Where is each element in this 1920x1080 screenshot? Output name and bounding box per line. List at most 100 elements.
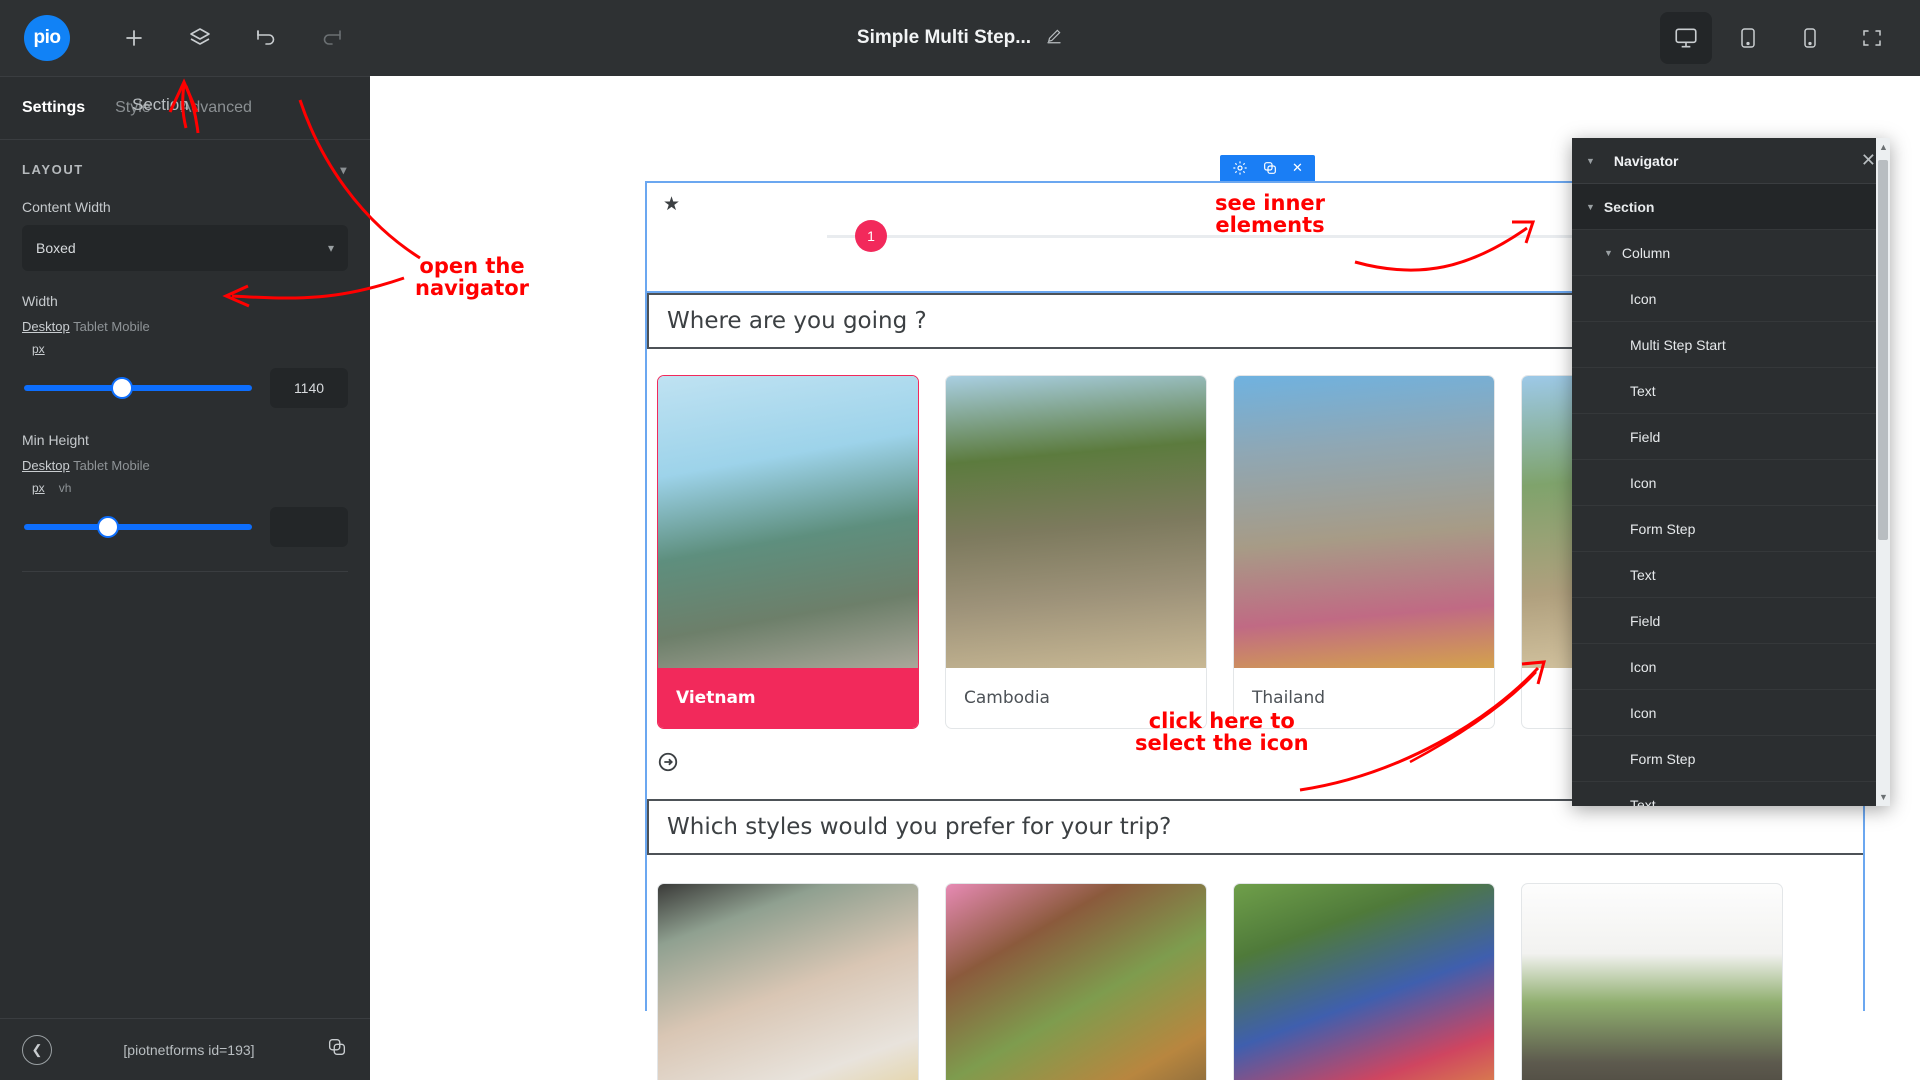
nav-item-icon[interactable]: Icon xyxy=(1572,644,1890,690)
nav-item-field[interactable]: Field xyxy=(1572,414,1890,460)
min-height-device-desktop[interactable]: Desktop xyxy=(22,458,70,473)
option-label: Vietnam xyxy=(658,668,918,728)
navigator-scrollbar[interactable]: ▲ ▼ xyxy=(1876,138,1890,806)
min-height-unit-switcher[interactable]: px vh xyxy=(32,481,348,495)
chevron-down-icon[interactable]: ▼ xyxy=(1586,156,1595,166)
style-option-card[interactable] xyxy=(945,883,1207,1080)
nav-item-multi-step-start[interactable]: Multi Step Start xyxy=(1572,322,1890,368)
style-option-card[interactable] xyxy=(1521,883,1783,1080)
width-unit-px[interactable]: px xyxy=(32,342,45,356)
desktop-view-button[interactable] xyxy=(1660,12,1712,64)
nav-item-form-step[interactable]: Form Step xyxy=(1572,736,1890,782)
chevron-left-icon[interactable]: ❮ xyxy=(22,1034,52,1065)
redo-icon[interactable] xyxy=(306,12,358,64)
piotnet-logo[interactable]: pio xyxy=(24,15,70,61)
nav-item-label: Icon xyxy=(1630,474,1657,491)
width-slider-knob[interactable] xyxy=(111,377,134,399)
nav-item-label: Form Step xyxy=(1630,750,1696,767)
layout-section-header[interactable]: LAYOUT ▾ xyxy=(22,162,348,177)
content-width-select[interactable]: Boxed ▾ xyxy=(22,225,348,271)
logo-text: pio xyxy=(33,27,62,48)
nav-item-form-step[interactable]: Form Step xyxy=(1572,506,1890,552)
pencil-icon[interactable] xyxy=(1045,27,1063,50)
width-device-mobile[interactable]: Mobile xyxy=(111,319,149,334)
scroll-down-icon[interactable]: ▼ xyxy=(1879,792,1888,802)
option-card[interactable]: Cambodia xyxy=(945,375,1207,729)
nav-item-label: Text xyxy=(1630,796,1656,807)
settings-body: LAYOUT ▾ Content Width Boxed ▾ Width Des… xyxy=(0,140,370,572)
device-preview-group xyxy=(1660,0,1898,76)
duplicate-icon[interactable] xyxy=(1262,160,1278,176)
question-title-2[interactable]: Which styles would you prefer for your t… xyxy=(645,799,1865,855)
width-device-switcher[interactable]: Desktop Tablet Mobile xyxy=(22,319,348,334)
nav-item-icon[interactable]: Icon xyxy=(1572,690,1890,736)
settings-gear-icon[interactable] xyxy=(1232,160,1248,176)
style-option-card[interactable] xyxy=(1233,883,1495,1080)
chevron-down-icon: ▾ xyxy=(327,241,334,255)
width-unit-switcher[interactable]: px xyxy=(32,342,348,356)
min-height-device-tablet[interactable]: Tablet xyxy=(73,458,108,473)
min-height-slider[interactable] xyxy=(24,516,252,538)
step-badge-current[interactable]: 1 xyxy=(855,220,887,252)
nav-item-field[interactable]: Field xyxy=(1572,598,1890,644)
min-height-value-input[interactable] xyxy=(270,507,348,547)
min-height-slider-knob[interactable] xyxy=(97,516,120,538)
nav-item-label: Field xyxy=(1630,612,1661,629)
close-icon[interactable]: ✕ xyxy=(1861,150,1876,171)
width-control-row: 1140 xyxy=(22,368,348,408)
scroll-up-icon[interactable]: ▲ xyxy=(1879,142,1888,152)
mobile-view-button[interactable] xyxy=(1784,12,1836,64)
tab-settings[interactable]: Settings xyxy=(22,99,85,117)
min-height-device-switcher[interactable]: Desktop Tablet Mobile xyxy=(22,458,348,473)
app-root: pio Simple Multi Step... Settings Style … xyxy=(0,0,1920,1080)
min-height-control-row xyxy=(22,507,348,547)
page-title: Simple Multi Step... xyxy=(856,27,1032,48)
nav-item-text[interactable]: Text xyxy=(1572,782,1890,807)
tablet-view-button[interactable] xyxy=(1722,12,1774,64)
settings-sidebar: Settings Style Advanced LAYOUT ▾ Content… xyxy=(0,76,370,1080)
option-label: Thailand xyxy=(1252,688,1326,708)
chevron-down-icon[interactable]: ▼ xyxy=(1586,202,1595,212)
tab-advanced[interactable]: Advanced xyxy=(181,99,252,117)
chevron-down-icon[interactable]: ▼ xyxy=(1604,248,1613,258)
min-height-label: Min Height xyxy=(22,432,89,448)
navigator-header: ▼ Navigator ✕ xyxy=(1572,138,1890,184)
layers-icon[interactable] xyxy=(174,12,226,64)
nav-item-text[interactable]: Text xyxy=(1572,552,1890,598)
duplicate-icon[interactable] xyxy=(326,1036,348,1063)
min-height-unit-px[interactable]: px xyxy=(32,481,45,495)
option-card[interactable]: Thailand xyxy=(1233,375,1495,729)
nav-item-section[interactable]: ▼ Section xyxy=(1572,184,1890,230)
width-device-desktop[interactable]: Desktop xyxy=(22,319,70,334)
delete-icon[interactable]: ✕ xyxy=(1292,160,1303,176)
min-height-unit-vh[interactable]: vh xyxy=(59,481,72,495)
add-icon[interactable] xyxy=(108,12,160,64)
nav-item-icon[interactable]: Icon xyxy=(1572,276,1890,322)
nav-item-text[interactable]: Text xyxy=(1572,368,1890,414)
fullscreen-button[interactable] xyxy=(1846,12,1898,64)
arrow-right-circle-icon[interactable] xyxy=(657,751,679,773)
width-slider[interactable] xyxy=(24,377,252,399)
style-options xyxy=(645,855,1865,1080)
scrollbar-thumb[interactable] xyxy=(1878,160,1888,540)
option-image xyxy=(946,376,1206,668)
shortcode-text: [piotnetforms id=193] xyxy=(123,1041,255,1058)
nav-item-column[interactable]: ▼ Column xyxy=(1572,230,1890,276)
width-device-tablet[interactable]: Tablet xyxy=(73,319,108,334)
nav-item-label: Field xyxy=(1630,428,1661,445)
navigator-tree: ▼ Section ▼ Column Icon Multi Step Start… xyxy=(1572,184,1890,806)
nav-item-icon[interactable]: Icon xyxy=(1572,460,1890,506)
panel-divider xyxy=(22,571,348,572)
undo-icon[interactable] xyxy=(240,12,292,64)
option-card[interactable]: Vietnam xyxy=(657,375,919,729)
sidebar-tabs: Settings Style Advanced xyxy=(0,76,370,140)
nav-item-label: Section xyxy=(1603,198,1655,215)
style-option-card[interactable] xyxy=(657,883,919,1080)
min-height-device-mobile[interactable]: Mobile xyxy=(111,458,149,473)
nav-item-label: Icon xyxy=(1630,658,1657,675)
navigator-panel: ▼ Navigator ✕ ▼ Section ▼ Column Icon Mu… xyxy=(1572,138,1890,806)
sidebar-footer: ❮ [piotnetforms id=193] xyxy=(0,1018,370,1080)
tab-style[interactable]: Style xyxy=(115,99,151,117)
content-width-label: Content Width xyxy=(22,199,111,215)
width-value-input[interactable]: 1140 xyxy=(270,368,348,408)
